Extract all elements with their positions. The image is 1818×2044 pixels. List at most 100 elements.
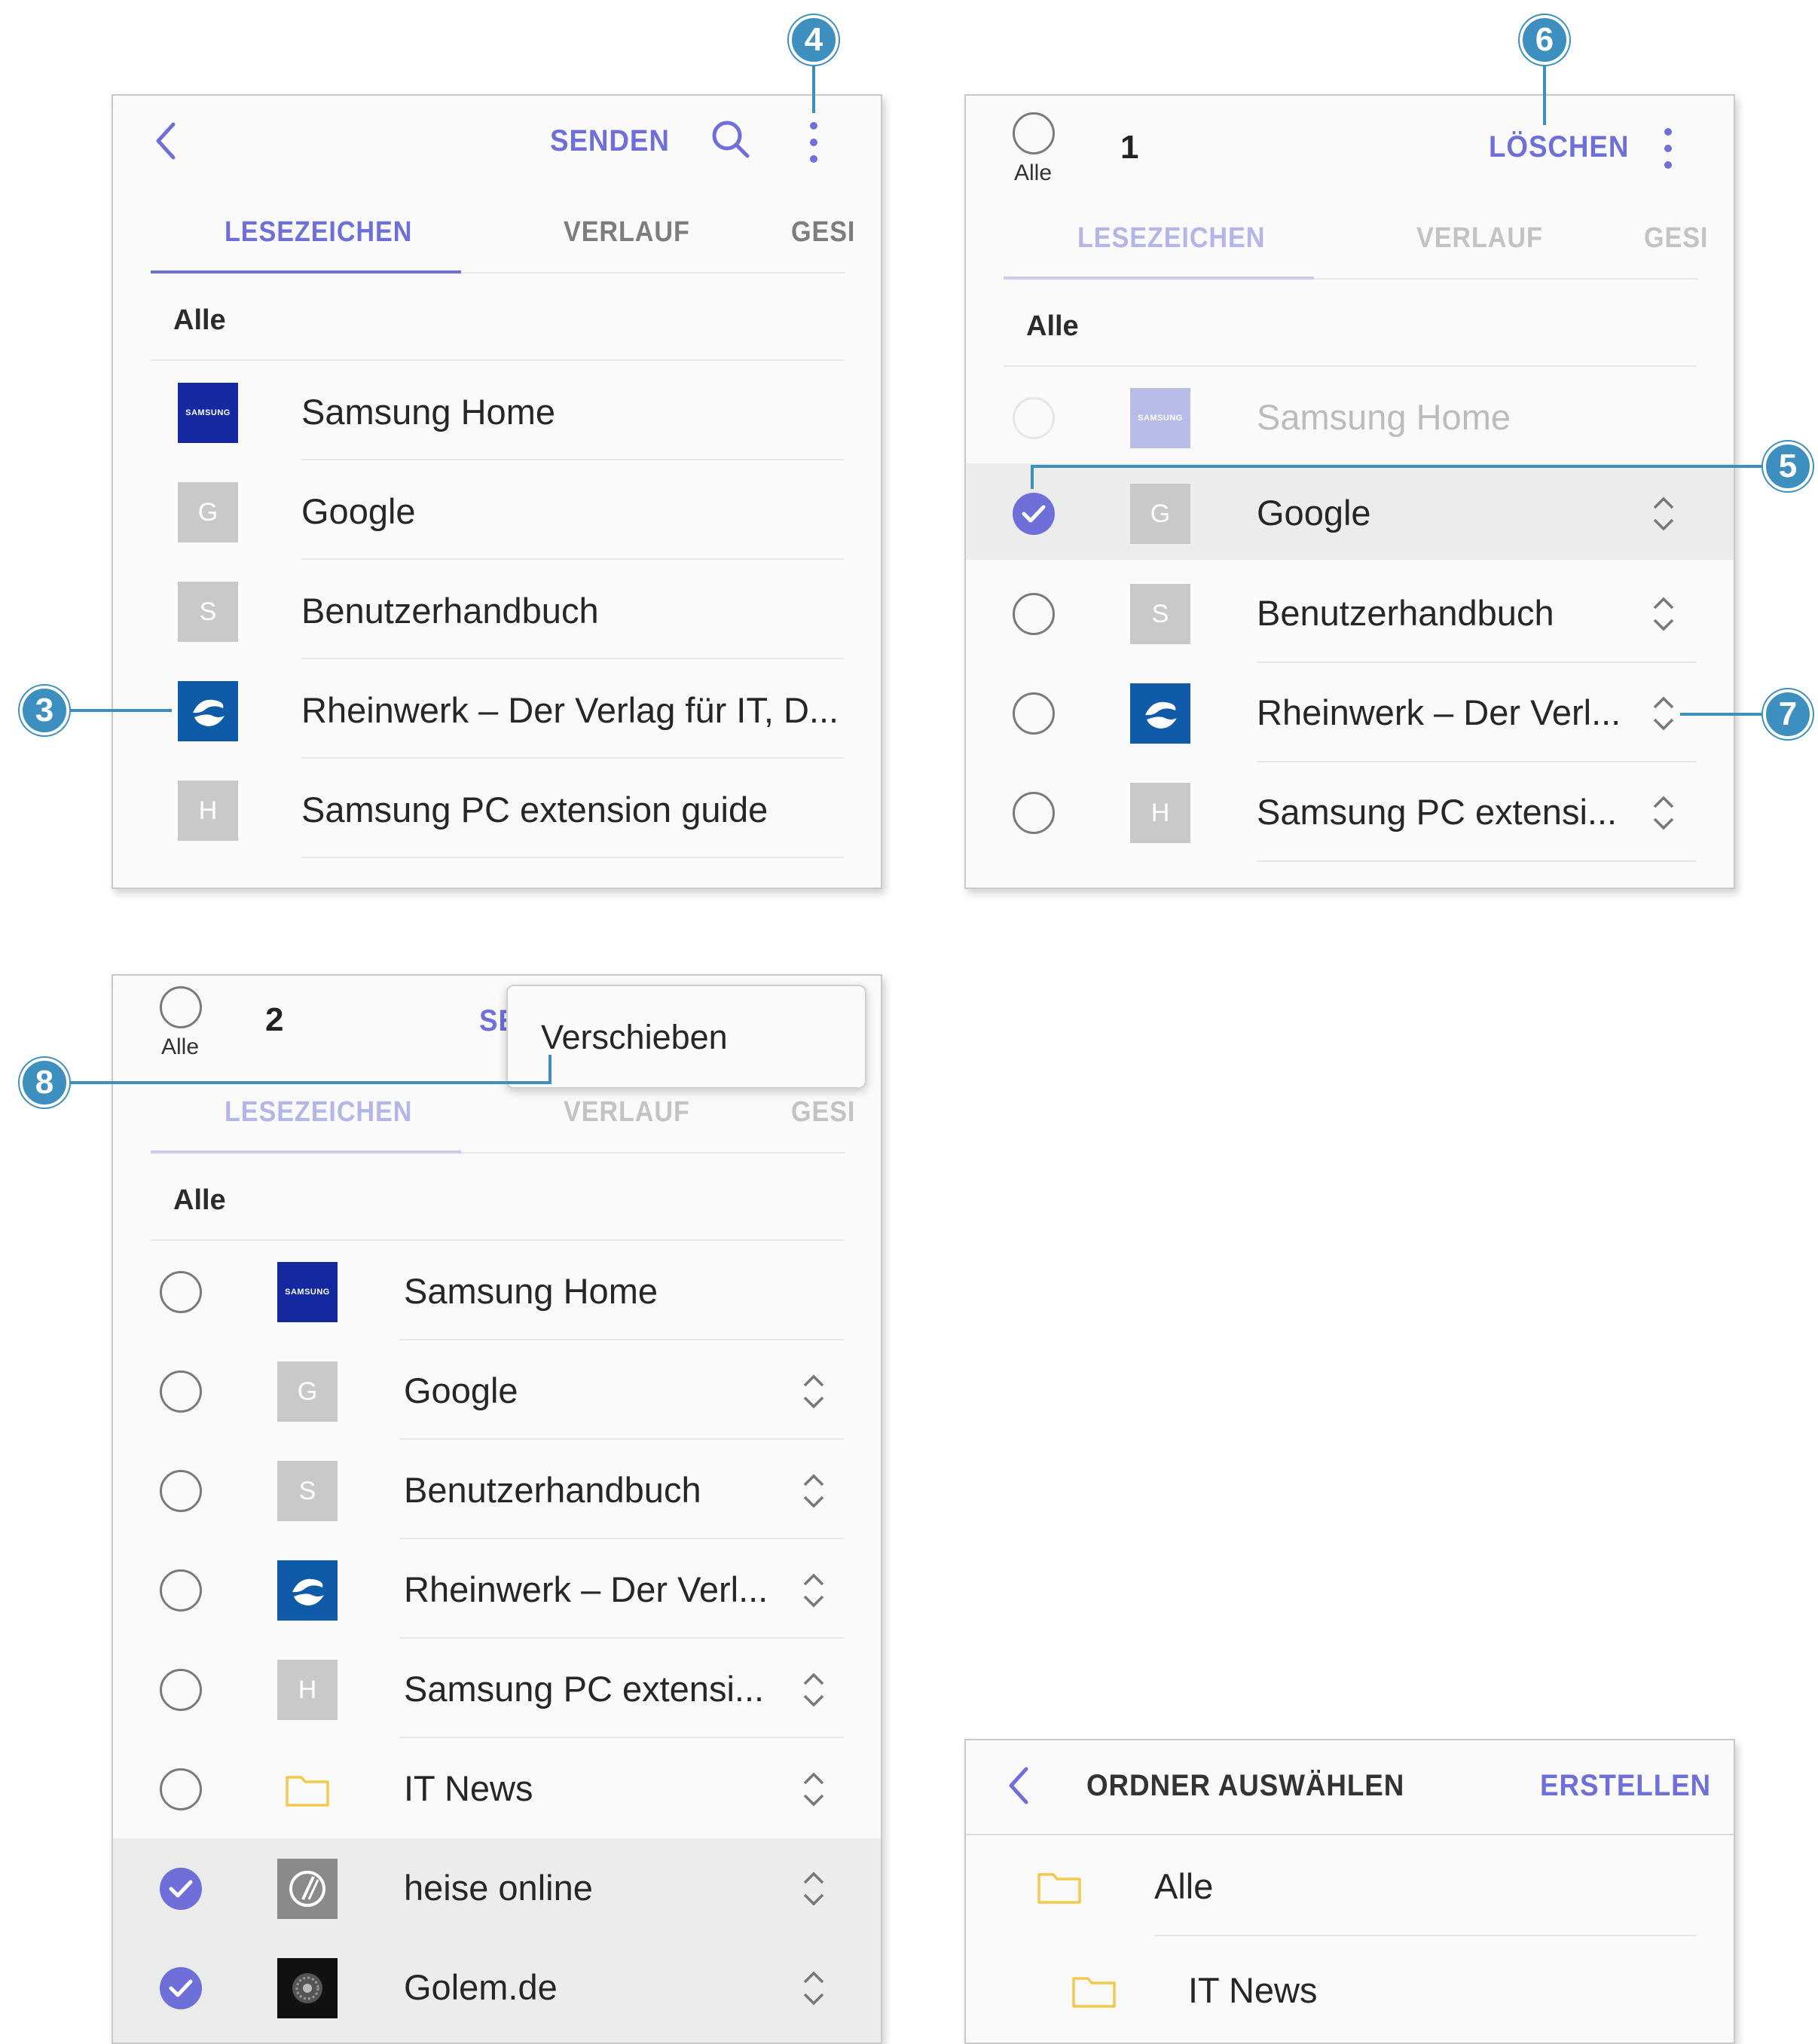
- divider: [301, 757, 844, 759]
- selection-count: 2: [265, 1001, 284, 1038]
- create-folder-button[interactable]: ERSTELLEN: [1540, 1769, 1711, 1803]
- bookmarks-move-panel: Alle 2 SE LESEZEICHEN VERLAUF GESI Alle …: [112, 974, 882, 2044]
- tab-indicator: [151, 1150, 461, 1153]
- tab-saved[interactable]: GESI: [791, 216, 855, 249]
- item-checkbox[interactable]: [160, 1271, 202, 1313]
- bookmark-title[interactable]: Samsung PC extension guide: [301, 789, 768, 830]
- item-checkbox[interactable]: [160, 1569, 202, 1612]
- callout-leader: [66, 709, 172, 712]
- item-checkbox-checked[interactable]: [160, 1967, 202, 2009]
- divider: [399, 1737, 844, 1738]
- tab-saved: GESI: [791, 1096, 856, 1128]
- reorder-handle-icon[interactable]: [1648, 491, 1679, 536]
- select-all-checkbox[interactable]: [160, 986, 202, 1028]
- rheinwerk-favicon: [178, 681, 238, 741]
- tab-bookmarks[interactable]: LESEZEICHEN: [225, 216, 412, 249]
- select-all-label: Alle: [1014, 160, 1053, 185]
- tab-history: VERLAUF: [1416, 222, 1543, 254]
- letter-favicon: S: [1130, 584, 1190, 644]
- divider: [301, 459, 844, 460]
- reorder-handle-icon[interactable]: [799, 1667, 829, 1712]
- bookmark-title: Samsung Home: [1257, 397, 1511, 437]
- back-arrow-icon[interactable]: [152, 120, 179, 162]
- reorder-handle-icon[interactable]: [799, 1866, 829, 1911]
- folder-icon: [1072, 1977, 1116, 2008]
- select-all-label: Alle: [161, 1034, 200, 1059]
- tab-bookmarks: LESEZEICHEN: [225, 1096, 413, 1128]
- reorder-handle-icon[interactable]: [799, 1468, 829, 1514]
- callout-leader: [1031, 465, 1034, 489]
- item-checkbox[interactable]: [1013, 792, 1055, 834]
- item-checkbox[interactable]: [1013, 593, 1055, 635]
- reorder-handle-icon[interactable]: [799, 1767, 829, 1812]
- delete-button[interactable]: LÖSCHEN: [1489, 130, 1629, 164]
- reorder-handle-icon[interactable]: [1648, 591, 1679, 637]
- callout-badge: 6: [1520, 15, 1569, 65]
- back-arrow-icon[interactable]: [1005, 1764, 1032, 1807]
- bookmark-title: Benutzerhandbuch: [404, 1470, 701, 1510]
- item-checkbox-checked[interactable]: [1013, 493, 1055, 535]
- divider: [1257, 860, 1697, 862]
- folder-icon: [286, 1776, 329, 1807]
- item-checkbox[interactable]: [160, 1768, 202, 1810]
- tab-indicator: [151, 270, 461, 273]
- reorder-handle-icon[interactable]: [799, 1568, 829, 1613]
- bookmark-title: heise online: [404, 1868, 593, 1908]
- reorder-handle-icon[interactable]: [799, 1966, 829, 2011]
- samsung-favicon: SAMSUNG: [277, 1262, 338, 1322]
- item-checkbox-checked[interactable]: [160, 1868, 202, 1910]
- select-all-checkbox[interactable]: [1013, 112, 1055, 154]
- item-checkbox[interactable]: [160, 1470, 202, 1512]
- samsung-favicon: SAMSUNG: [178, 383, 238, 443]
- tab-divider: [461, 1152, 845, 1153]
- bookmark-title: Google: [404, 1370, 518, 1410]
- item-checkbox[interactable]: [160, 1669, 202, 1711]
- bookmarks-selection-panel: Alle 1 LÖSCHEN LESEZEICHEN VERLAUF GESI …: [964, 94, 1735, 889]
- send-button[interactable]: SENDEN: [550, 124, 670, 158]
- callout-leader: [1680, 713, 1769, 716]
- divider: [301, 558, 844, 560]
- item-checkbox[interactable]: [160, 1370, 202, 1413]
- item-checkbox[interactable]: [1013, 692, 1055, 735]
- bookmark-title: Google: [1257, 493, 1371, 533]
- reorder-handle-icon[interactable]: [1648, 691, 1679, 736]
- select-folder-panel: ORDNER AUSWÄHLEN ERSTELLEN Alle IT News: [964, 1739, 1735, 2044]
- bookmark-title[interactable]: Benutzerhandbuch: [301, 590, 599, 631]
- bookmark-title: Golem.de: [404, 1967, 558, 2007]
- reorder-handle-icon[interactable]: [799, 1369, 829, 1414]
- bookmark-title[interactable]: Rheinwerk – Der Verlag für IT, D...: [301, 689, 839, 731]
- bookmark-title: Samsung PC extensi...: [404, 1669, 765, 1709]
- divider: [151, 359, 844, 361]
- rheinwerk-favicon: [1130, 683, 1190, 744]
- divider: [301, 857, 844, 858]
- more-options-icon[interactable]: [808, 118, 820, 167]
- bookmark-title: Rheinwerk – Der Verl...: [404, 1569, 768, 1609]
- divider: [1004, 365, 1697, 367]
- move-menu-item[interactable]: Verschieben: [541, 1018, 728, 1057]
- letter-favicon: G: [277, 1361, 338, 1422]
- callout-leader: [548, 1055, 552, 1084]
- reorder-handle-icon[interactable]: [1648, 790, 1679, 836]
- bookmark-title[interactable]: Samsung Home: [301, 391, 555, 432]
- callout-badge: 3: [20, 686, 69, 735]
- folder-icon: [1037, 1873, 1081, 1904]
- callout-leader: [66, 1081, 552, 1084]
- bookmark-title: Samsung Home: [404, 1271, 658, 1311]
- bookmark-title[interactable]: Google: [301, 490, 416, 532]
- item-checkbox: [1013, 397, 1055, 439]
- divider: [399, 1339, 844, 1340]
- callout-badge: 7: [1763, 689, 1813, 739]
- folder-heading: Alle: [1026, 310, 1079, 342]
- callout-badge: 4: [789, 15, 839, 65]
- divider: [399, 1637, 844, 1639]
- more-options-icon[interactable]: [1662, 124, 1674, 173]
- overflow-menu: Verschieben: [506, 985, 866, 1089]
- tab-history[interactable]: VERLAUF: [564, 216, 690, 249]
- letter-favicon: G: [178, 482, 238, 542]
- divider: [1257, 661, 1697, 663]
- heise-favicon: [277, 1859, 338, 1919]
- page-title: ORDNER AUSWÄHLEN: [1086, 1769, 1405, 1802]
- bookmarks-panel: SENDEN LESEZEICHEN VERLAUF GESI Alle SAM…: [112, 94, 882, 889]
- letter-favicon: H: [1130, 783, 1190, 843]
- search-icon[interactable]: [708, 117, 753, 162]
